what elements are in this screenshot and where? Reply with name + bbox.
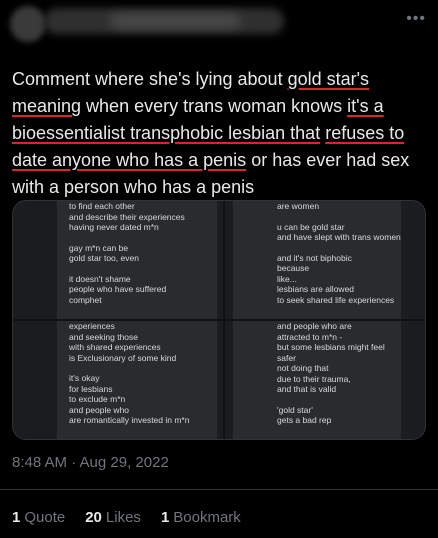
panel-text-line: are women	[277, 201, 320, 211]
tweet-timestamp[interactable]: 8:48 AM · Aug 29, 2022	[12, 454, 169, 471]
tweet-header: •••	[0, 0, 438, 56]
panel-text-line: because	[277, 263, 310, 273]
avatar[interactable]	[10, 6, 46, 42]
media-panel-top-left: to find each other and describe their exp…	[57, 201, 217, 319]
tweet-stats: 1 Quote 20 Likes 1 Bookmark	[12, 509, 241, 526]
panel-text-line: to exclude m*n	[69, 394, 126, 404]
panel-text-line: it doesn't shame	[69, 273, 131, 284]
likes-stat[interactable]: 20 Likes	[85, 509, 141, 526]
panel-text-line: experiences	[69, 321, 115, 331]
quotes-label: Quote	[24, 509, 66, 526]
panel-text-line: and describe their experiences	[69, 211, 185, 222]
tweet-text-underlined: meaning	[12, 96, 82, 116]
panel-text-line: having never dated m*n	[69, 222, 159, 232]
panel-text-line: not doing that	[277, 363, 329, 373]
panel-text-line: and seeking those	[69, 331, 138, 342]
tweet-text-underlined: refuses to	[325, 123, 405, 143]
panel-text-line: comphet	[69, 294, 102, 305]
panel-text-line: and have slept with trans women	[277, 232, 401, 242]
panel-line-gap	[277, 395, 395, 405]
panel-text-line: and that is valid	[277, 384, 337, 394]
panel-text-line: lesbians are allowed	[277, 284, 355, 294]
panel-text-line: to find each other	[69, 201, 135, 211]
quotes-stat[interactable]: 1 Quote	[12, 509, 65, 526]
panel-text-line: gay m*n can be	[69, 242, 129, 253]
panel-text-line: people who have suffered	[69, 284, 167, 294]
panel-text-line: like...	[277, 273, 297, 284]
panel-line-gap	[277, 243, 395, 253]
tweet-text: Comment where she's lying about gold sta…	[12, 66, 428, 201]
divider	[0, 489, 438, 490]
panel-text-line: u can be gold star	[277, 221, 345, 232]
panel-text-line: attracted to m*n -	[277, 331, 343, 342]
tweet-text-part: Comment where she's lying about	[12, 69, 288, 89]
more-horizontal-icon[interactable]: •••	[406, 10, 426, 28]
tweet-text-part: when every trans woman knows	[81, 96, 348, 116]
media-panel-top-right: are women u can be gold star and have slep…	[233, 201, 401, 319]
panel-text-line: for lesbians	[69, 383, 113, 394]
quotes-count: 1	[12, 509, 21, 526]
likes-count: 20	[85, 509, 102, 526]
panel-line-gap	[69, 363, 211, 373]
panel-text-line: to seek shared life experiences	[277, 294, 395, 305]
panel-text-line: and it's not biphobic	[277, 252, 352, 263]
media-panel-bottom-left: experiences and seeking those with shared …	[57, 321, 217, 439]
media-divider-horizontal	[13, 319, 425, 321]
tweet-text-underlined: gold star's	[287, 69, 370, 89]
panel-text-line: it's okay	[69, 373, 100, 383]
tweet-media-image[interactable]: to find each other and describe their exp…	[12, 200, 426, 440]
panel-line-gap	[277, 212, 395, 222]
tweet-text-underlined: date anyone who has a penis	[12, 150, 247, 170]
tweet-text-underlined: bioessentialist transphobic lesbian that	[12, 123, 321, 143]
likes-label: Likes	[105, 509, 141, 526]
panel-text-line: and people who	[69, 404, 130, 415]
panel-line-gap	[69, 264, 211, 274]
panel-text-line: and people who are	[277, 321, 352, 331]
tweet-text-underlined: it's a	[347, 96, 384, 116]
panel-text-line: due to their trauma,	[277, 373, 351, 384]
panel-line-gap	[69, 233, 211, 243]
media-panel-bottom-right: and people who are attracted to m*n - but …	[233, 321, 401, 439]
redacted-handle	[110, 14, 240, 28]
panel-text-line: gets a bad rep	[277, 415, 332, 425]
panel-text-line: is Exclusionary of some kind	[69, 352, 177, 363]
panel-text-line: are romantically invested in m*n	[69, 415, 190, 425]
panel-text-line: but some lesbians might feel	[277, 342, 385, 352]
panel-text-line: safer	[277, 352, 296, 363]
bookmarks-label: Bookmark	[173, 509, 241, 526]
panel-text-line: with shared experiences	[69, 342, 161, 352]
panel-text-line: gold star too, even	[69, 253, 139, 263]
panel-text-line: 'gold star'	[277, 404, 313, 415]
bookmarks-stat[interactable]: 1 Bookmark	[161, 509, 241, 526]
bookmarks-count: 1	[160, 509, 170, 526]
